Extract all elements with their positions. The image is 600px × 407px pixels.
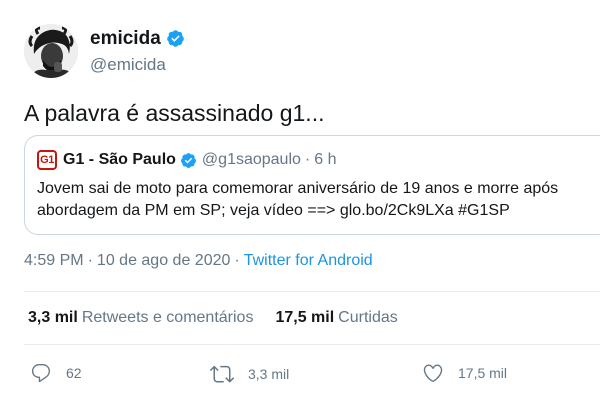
verified-badge-icon <box>166 29 185 48</box>
quoted-tweet-text: Jovem sai de moto para comemorar anivers… <box>37 180 559 219</box>
tweet-time[interactable]: 4:59 PM <box>24 252 84 269</box>
quoted-timestamp: 6 h <box>314 151 337 168</box>
retweet-icon <box>210 365 234 383</box>
reply-button[interactable]: 62 <box>30 362 82 384</box>
reply-count: 62 <box>66 365 82 381</box>
display-name-text[interactable]: emicida <box>90 28 161 50</box>
quoted-verified-badge-icon <box>180 152 197 169</box>
g1-logo-text: G1 <box>40 154 54 166</box>
reply-icon <box>31 364 51 383</box>
quoted-tweet-header: G1 G1 - São Paulo @g1saopaulo · 6 h <box>37 150 336 170</box>
retweet-button[interactable]: 3,3 mil <box>210 362 289 386</box>
tweet-author[interactable]: emicida @emicida <box>24 24 185 78</box>
author-handle[interactable]: @emicida <box>90 55 185 75</box>
avatar-image <box>24 24 78 78</box>
divider <box>24 291 600 292</box>
retweets-label: Retweets e comentários <box>81 309 254 326</box>
quoted-tweet[interactable]: G1 G1 - São Paulo @g1saopaulo · 6 h Jove… <box>24 135 600 235</box>
divider <box>24 344 600 345</box>
tweet-source-link[interactable]: Twitter for Android <box>244 252 373 269</box>
like-button[interactable]: 17,5 mil <box>422 362 507 384</box>
display-name[interactable]: emicida <box>90 28 185 50</box>
meta-separator: · <box>87 252 93 269</box>
likes-label: Curtidas <box>338 309 398 326</box>
retweets-count: 3,3 mil <box>28 309 78 326</box>
retweet-count: 3,3 mil <box>248 366 290 382</box>
g1-logo: G1 <box>37 150 57 170</box>
tweet-date[interactable]: 10 de ago de 2020 <box>97 252 230 269</box>
meta-separator-2: · <box>234 252 240 269</box>
likes-count: 17,5 mil <box>275 309 335 326</box>
tweet-text: A palavra é assassinado g1... <box>24 100 325 126</box>
retweets-stat[interactable]: 3,3 mil Retweets e comentários <box>28 309 253 327</box>
quoted-separator: · <box>304 151 311 168</box>
tweet-meta: 4:59 PM · 10 de ago de 2020 · Twitter for An… <box>24 252 373 270</box>
heart-icon <box>423 364 443 382</box>
tweet-actions: 62 3,3 mil 17,5 mil <box>0 362 600 390</box>
quoted-author-name: G1 - São Paulo <box>63 151 176 168</box>
quoted-author-handle: @g1saopaulo <box>201 151 301 168</box>
tweet-stats: 3,3 mil Retweets e comentários 17,5 mil Cu… <box>28 309 398 327</box>
likes-stat[interactable]: 17,5 mil Curtidas <box>275 309 397 327</box>
avatar[interactable] <box>24 24 78 78</box>
like-count: 17,5 mil <box>458 365 508 381</box>
